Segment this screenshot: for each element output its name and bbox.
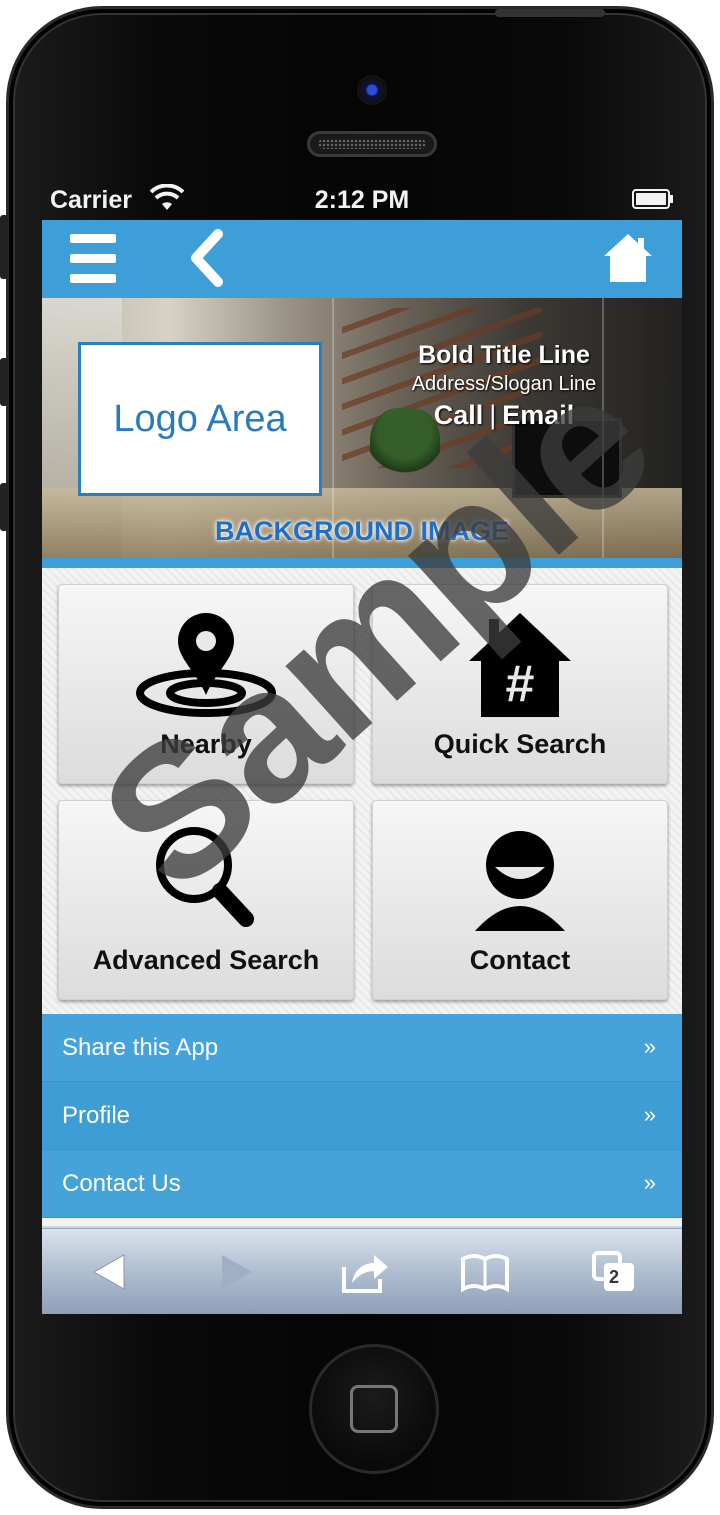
battery-icon (632, 189, 673, 209)
logo-area: Logo Area (78, 342, 322, 496)
tile-label: Contact (469, 945, 571, 975)
browser-forward-icon[interactable] (210, 1249, 260, 1295)
list-item-label: Profile (62, 1102, 131, 1129)
list-item-label: Share this App (62, 1034, 219, 1061)
menu-bar (70, 234, 116, 243)
volume-up-button (0, 358, 8, 406)
status-bar: Carrier 2:12 PM (42, 180, 682, 220)
mute-switch (0, 215, 8, 279)
list-item-share-app[interactable]: Share this App » (42, 1014, 682, 1082)
menu-bar (70, 254, 116, 263)
double-chevron-icon: » (643, 1102, 656, 1127)
list-item-label: Contact Us (62, 1170, 181, 1197)
tabs-count: 2 (609, 1267, 620, 1287)
tile-icon-wrap (373, 825, 667, 935)
share-icon[interactable] (340, 1249, 390, 1295)
menu-bar (70, 274, 116, 283)
clock: 2:12 PM (314, 186, 410, 214)
browser-back-icon[interactable] (86, 1249, 136, 1295)
tile-contact[interactable]: Contact (372, 800, 668, 1000)
list-bottom-spacer (42, 1218, 682, 1228)
back-chevron-icon[interactable] (182, 228, 232, 288)
power-button (495, 9, 605, 17)
tile-label: Advanced Search (92, 945, 320, 975)
browser-toolbar: 2 (42, 1228, 682, 1314)
home-button[interactable] (309, 1344, 439, 1474)
home-button-square-icon (350, 1385, 398, 1433)
earpiece-speaker (307, 131, 437, 157)
person-icon (475, 831, 565, 931)
top-navbar (42, 220, 682, 298)
home-icon[interactable] (602, 232, 654, 284)
volume-down-button (0, 483, 8, 531)
bookmarks-icon[interactable] (460, 1249, 510, 1295)
double-chevron-icon: » (643, 1034, 656, 1059)
list-item-contact-us[interactable]: Contact Us » (42, 1150, 682, 1218)
front-camera (357, 75, 387, 105)
hamburger-menu-icon[interactable] (70, 230, 118, 286)
svg-text:#: # (506, 655, 535, 713)
list-item-profile[interactable]: Profile » (42, 1082, 682, 1150)
double-chevron-icon: » (643, 1170, 656, 1195)
menu-list: Share this App » Profile » Contact Us » (42, 1014, 682, 1218)
